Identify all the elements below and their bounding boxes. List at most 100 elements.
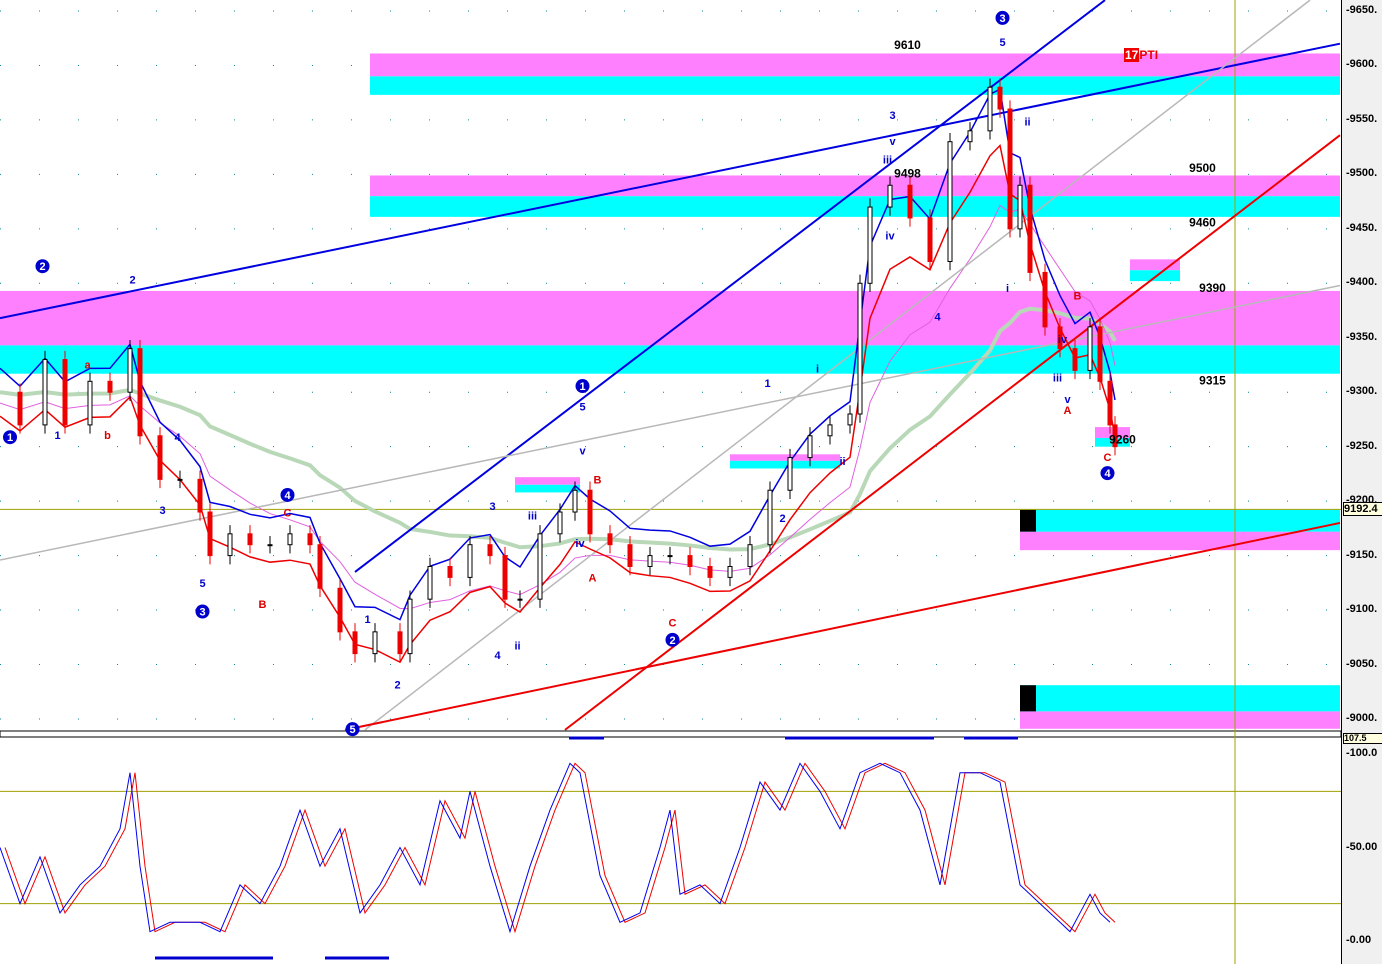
price-axis: -9650. -9600. -9550. -9500. -9450. -9400. -935… bbox=[1341, 0, 1382, 964]
candle bbox=[62, 359, 68, 426]
wave-label: iv bbox=[575, 538, 585, 550]
wave-label: i bbox=[816, 364, 819, 376]
candle bbox=[447, 565, 453, 578]
candle bbox=[767, 489, 773, 546]
price-tick: -9300. bbox=[1346, 385, 1378, 398]
wave-label: 2 bbox=[394, 679, 400, 691]
candle bbox=[337, 587, 343, 633]
candle bbox=[807, 435, 813, 459]
candle bbox=[847, 413, 853, 426]
candle bbox=[747, 544, 753, 567]
wave-label: 2 bbox=[779, 513, 785, 525]
price-label: 9498 bbox=[894, 167, 921, 181]
wave-label: 3 bbox=[199, 607, 205, 619]
candle bbox=[317, 544, 323, 589]
candle bbox=[572, 489, 578, 513]
candle bbox=[927, 217, 933, 263]
pti-marker[interactable]: 17PTI bbox=[1124, 48, 1158, 62]
candle bbox=[287, 533, 293, 546]
candle bbox=[502, 555, 508, 600]
wave-label: 1 bbox=[579, 381, 585, 393]
candle bbox=[137, 348, 143, 437]
wave-label: 1 bbox=[7, 432, 13, 444]
wave-label: A bbox=[589, 573, 597, 585]
candle bbox=[887, 184, 893, 208]
zone-pink bbox=[0, 290, 1340, 346]
price-tick: -9350. bbox=[1346, 330, 1378, 343]
price-label: 9260 bbox=[1109, 432, 1136, 446]
candle bbox=[517, 598, 523, 601]
candle bbox=[307, 533, 313, 546]
candle bbox=[207, 511, 213, 557]
wave-label: B bbox=[594, 475, 602, 487]
oscillator-main-line bbox=[0, 762, 1111, 934]
wave-label: 5 bbox=[349, 724, 355, 736]
candle bbox=[787, 457, 793, 491]
wave-label: iii bbox=[1053, 372, 1062, 384]
price-tick: -9000. bbox=[1346, 711, 1378, 724]
osc-tick: -50.00 bbox=[1346, 840, 1378, 853]
wave-label: a bbox=[84, 359, 91, 371]
candle bbox=[397, 631, 403, 655]
wave-label: iv bbox=[885, 231, 895, 243]
candle bbox=[42, 359, 48, 426]
wave-label: 1 bbox=[54, 430, 60, 442]
wave-label: 5 bbox=[579, 402, 585, 414]
pink-moving-average bbox=[0, 204, 1116, 610]
zone-pink bbox=[730, 454, 840, 461]
price-tick: -9650. bbox=[1346, 4, 1378, 16]
price-tick: -9550. bbox=[1346, 112, 1378, 125]
candle bbox=[372, 631, 378, 655]
wave-label: iii bbox=[883, 154, 892, 166]
zone-pink bbox=[1020, 711, 1340, 729]
candle bbox=[727, 565, 733, 578]
pti-text: PTI bbox=[1139, 48, 1159, 62]
wave-label: v bbox=[579, 445, 586, 457]
candle bbox=[87, 380, 93, 426]
wave-label: 3 bbox=[999, 13, 1005, 25]
wave-label: 4 bbox=[174, 432, 181, 444]
zone-pink bbox=[1020, 531, 1340, 551]
wave-label: C bbox=[669, 617, 677, 629]
price-tick: -9450. bbox=[1346, 221, 1378, 234]
candle bbox=[1042, 271, 1048, 328]
candle bbox=[647, 555, 653, 567]
price-tick: -9100. bbox=[1346, 603, 1378, 616]
candle bbox=[997, 86, 1003, 110]
candle bbox=[1107, 380, 1113, 426]
wave-label: 4 bbox=[494, 650, 501, 662]
candle bbox=[867, 206, 873, 284]
zone-cyan bbox=[370, 196, 1340, 217]
wave-label: 2 bbox=[39, 261, 45, 273]
oscillator-signal-line bbox=[4, 762, 1116, 934]
candle bbox=[537, 533, 543, 600]
wave-label: 3 bbox=[889, 110, 895, 122]
candle bbox=[247, 533, 253, 546]
wave-label: iii bbox=[528, 511, 537, 523]
candle bbox=[127, 348, 133, 393]
zone-cyan bbox=[1020, 509, 1340, 532]
candle bbox=[557, 511, 563, 535]
candle bbox=[157, 435, 163, 480]
wave-label: iv bbox=[1058, 334, 1068, 346]
price-tick: -9050. bbox=[1346, 657, 1378, 670]
osc-current-badge: 107.5 bbox=[1343, 733, 1382, 744]
zone-pink bbox=[515, 477, 580, 485]
wave-label: A bbox=[1064, 405, 1072, 417]
zone-cyan bbox=[730, 460, 840, 469]
wave-label: 2 bbox=[129, 274, 135, 286]
wave-label: C bbox=[284, 507, 292, 519]
wave-label: ii bbox=[839, 456, 845, 468]
wave-label: 5 bbox=[999, 37, 1005, 49]
wave-label: 1 bbox=[764, 378, 770, 390]
candle bbox=[707, 565, 713, 578]
candle bbox=[687, 555, 693, 567]
wave-label: v bbox=[889, 136, 896, 148]
zone-marker bbox=[1020, 685, 1036, 712]
candle bbox=[227, 533, 233, 557]
zone-cyan bbox=[370, 76, 1340, 95]
panel-divider bbox=[0, 730, 1341, 738]
zone-marker bbox=[1020, 509, 1036, 532]
candle bbox=[427, 565, 433, 600]
price-label: 9390 bbox=[1199, 281, 1226, 295]
